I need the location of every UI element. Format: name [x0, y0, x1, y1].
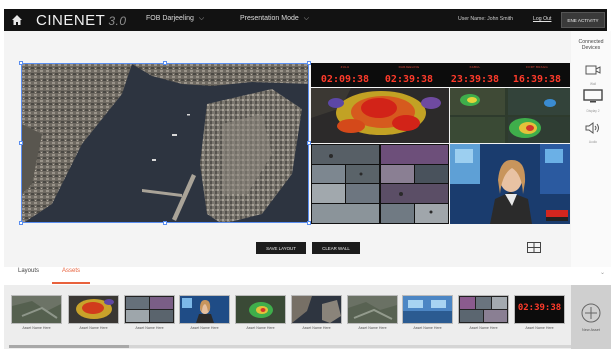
- asset-name: Asset Name Here: [190, 326, 219, 330]
- asset-item[interactable]: Asset Name Here: [124, 295, 175, 330]
- asset-name: Asset Name Here: [413, 326, 442, 330]
- clock-label: DARJEELING: [398, 65, 420, 69]
- user-name: User Name: John Smith: [458, 16, 514, 22]
- device-label: Audio: [588, 140, 598, 144]
- add-icon: [581, 303, 601, 323]
- location-label: FOB Darjeeling: [146, 15, 194, 22]
- logo-text: CINENET: [36, 12, 106, 29]
- resize-handle[interactable]: [19, 141, 23, 145]
- asset-name: Asset Name Here: [22, 326, 51, 330]
- chevron-down-icon[interactable]: ⌄: [600, 269, 605, 276]
- asset-item[interactable]: Asset Name Here: [11, 295, 62, 330]
- device-label: Display 2: [586, 109, 600, 113]
- new-asset-button[interactable]: New Asset: [571, 285, 611, 349]
- device-audio[interactable]: Audio: [581, 121, 605, 144]
- speaker-icon: [585, 122, 599, 134]
- clock-time: 02:39:38: [384, 74, 434, 85]
- wall-tile-newscast[interactable]: [450, 144, 570, 224]
- logout-link[interactable]: Log Out: [533, 16, 551, 22]
- resize-handle[interactable]: [163, 61, 167, 65]
- wall-tile-heatmap[interactable]: [311, 88, 449, 143]
- asset-thumbnail: [235, 295, 286, 324]
- asset-item[interactable]: Asset Name Here: [235, 295, 286, 330]
- devices-title: Connected Devices: [571, 39, 611, 51]
- newscast-image: [450, 144, 570, 224]
- asset-name: Asset Name Here: [469, 326, 498, 330]
- asset-name: Asset Name Here: [525, 326, 554, 330]
- wall-tile-clocks[interactable]: ZULU 02:09:38 DARJEELING 02:39:38 KABUL …: [311, 63, 570, 87]
- asset-item[interactable]: Asset Name Here: [68, 295, 119, 330]
- chevron-down-icon: ⌵: [198, 15, 205, 22]
- device-wall[interactable]: Wall: [581, 63, 605, 86]
- clock-time: 02:09:38: [320, 74, 370, 85]
- asset-thumbnail: [402, 295, 453, 324]
- asset-item[interactable]: Asset Name Here: [458, 295, 509, 330]
- wall-tile-surveillance[interactable]: [311, 144, 449, 224]
- active-tab-indicator: [52, 282, 90, 284]
- asset-item[interactable]: 02:39:38 Asset Name Here: [514, 295, 565, 330]
- clock-label: KABUL: [469, 65, 481, 69]
- new-asset-label: New Asset: [582, 328, 600, 332]
- device-display[interactable]: Display 2: [581, 89, 605, 113]
- camera-icon: [585, 65, 601, 75]
- heatmap-image: [311, 88, 449, 143]
- world-clock: FORT BRAGG 16:39:38: [507, 65, 567, 87]
- asset-thumbnail: [458, 295, 509, 324]
- logo-version: 3.0: [108, 14, 127, 28]
- asset-thumbnail: [291, 295, 342, 324]
- asset-scrollbar-thumb[interactable]: [9, 345, 129, 348]
- clear-wall-button[interactable]: CLEAR WALL: [312, 242, 360, 254]
- asset-tabs: Layouts Assets: [4, 265, 611, 283]
- asset-thumbnail: 02:39:38: [514, 295, 565, 324]
- grid-layout-icon[interactable]: [527, 242, 541, 253]
- chevron-down-icon: ⌵: [303, 15, 310, 22]
- asset-item[interactable]: Asset Name Here: [291, 295, 342, 330]
- asset-item[interactable]: Asset Name Here: [179, 295, 230, 330]
- connected-devices-panel: Connected Devices Wall Display 2 Audio: [571, 31, 611, 267]
- device-label: Wall: [589, 82, 597, 86]
- save-layout-button[interactable]: SAVE LAYOUT: [256, 242, 306, 254]
- wall-tile-radar[interactable]: [450, 88, 570, 143]
- asset-thumbnail: [68, 295, 119, 324]
- clock-time: 02:39:38: [517, 303, 562, 313]
- asset-thumbnail: [11, 295, 62, 324]
- resize-handle[interactable]: [163, 221, 167, 225]
- resize-handle[interactable]: [19, 221, 23, 225]
- app-logo: CINENET 3.0: [36, 12, 127, 29]
- clock-label: FORT BRAGG: [526, 65, 548, 69]
- location-dropdown[interactable]: FOB Darjeeling ⌵: [146, 15, 204, 23]
- asset-name: Asset Name Here: [135, 326, 164, 330]
- devices-title-line2: Devices: [581, 45, 601, 51]
- asset-thumbnail: [124, 295, 175, 324]
- top-bar: CINENET 3.0 FOB Darjeeling ⌵ Presentation …: [4, 9, 607, 31]
- world-clock: DARJEELING 02:39:38: [379, 65, 439, 87]
- tab-layouts[interactable]: Layouts: [18, 268, 39, 274]
- asset-name: Asset Name Here: [302, 326, 331, 330]
- clock-time: 23:39:38: [450, 74, 500, 85]
- activity-button[interactable]: ENE ACTIVITY: [561, 12, 605, 28]
- world-clock: KABUL 23:39:38: [445, 65, 505, 87]
- asset-item[interactable]: Asset Name Here: [347, 295, 398, 330]
- tab-assets[interactable]: Assets: [62, 268, 80, 274]
- clock-label: ZULU: [340, 65, 350, 69]
- resize-handle[interactable]: [19, 61, 23, 65]
- monitor-icon: [583, 89, 603, 103]
- radar-map-image: [450, 88, 570, 143]
- asset-name: Asset Name Here: [358, 326, 387, 330]
- surveillance-grid-image: [312, 145, 448, 223]
- asset-item[interactable]: Asset Name Here: [402, 295, 453, 330]
- asset-name: Asset Name Here: [79, 326, 108, 330]
- asset-thumbnail: [347, 295, 398, 324]
- asset-tray: Asset Name Here Asset Name Here Asset Na…: [4, 285, 611, 349]
- home-icon[interactable]: [12, 14, 22, 26]
- clock-time: 16:39:38: [512, 74, 562, 85]
- mode-dropdown[interactable]: Presentation Mode ⌵: [240, 15, 309, 23]
- wall-tile-satellite[interactable]: [21, 63, 309, 223]
- asset-name: Asset Name Here: [246, 326, 275, 330]
- world-clock: ZULU 02:09:38: [315, 65, 375, 87]
- asset-thumbnail: [179, 295, 230, 324]
- satellite-image: [22, 64, 308, 222]
- mode-label: Presentation Mode: [240, 15, 299, 22]
